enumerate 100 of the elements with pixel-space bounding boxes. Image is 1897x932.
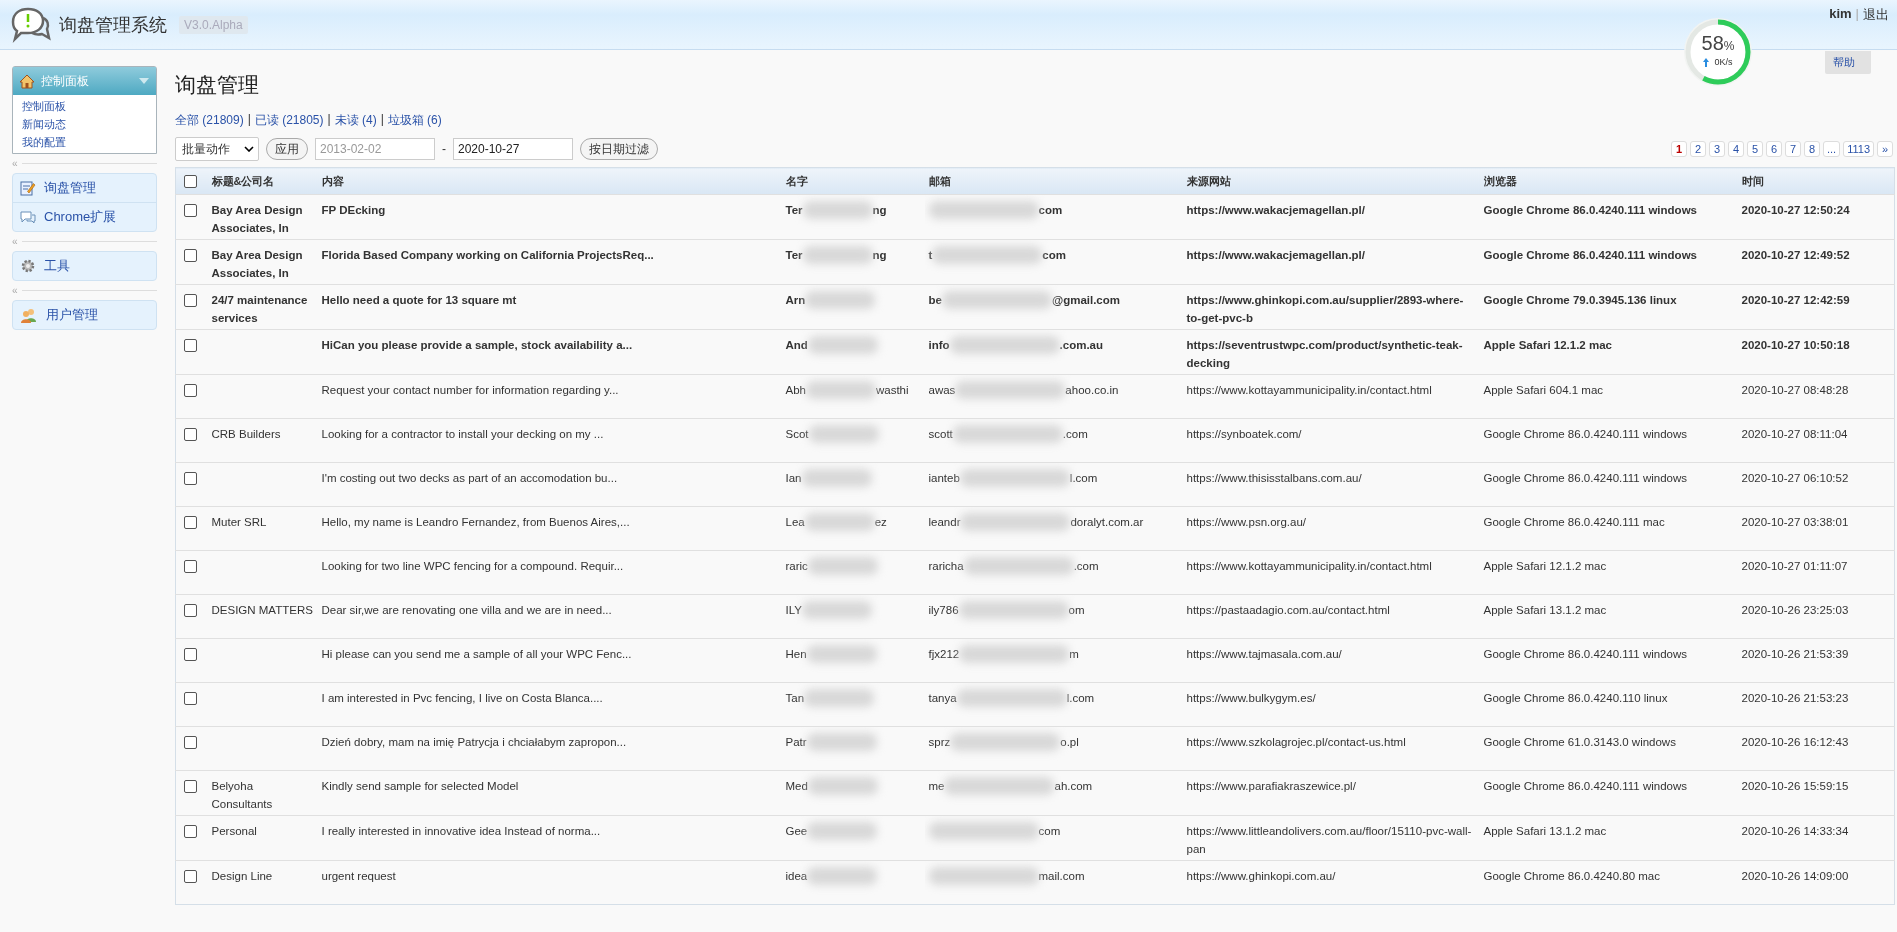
name-text: ng xyxy=(872,204,887,216)
redaction-blur xyxy=(805,381,876,399)
name-text: Arn xyxy=(785,294,806,306)
redaction-blur xyxy=(804,513,875,531)
company-text: Muter SRL xyxy=(211,516,267,528)
time-text: 2020-10-26 15:59:15 xyxy=(1741,780,1849,792)
message-preview[interactable]: Request your contact number for information regarding y... xyxy=(321,384,619,396)
message-preview[interactable]: Kindly send sample for selected Model xyxy=(321,780,519,792)
message-preview[interactable]: urgent request xyxy=(321,870,396,882)
name-text: Ter xyxy=(785,204,803,216)
nav-item[interactable]: 询盘管理 xyxy=(13,174,156,202)
chevron-down-icon xyxy=(244,146,254,152)
message-preview[interactable]: I am interested in Pvc fencing, I live on Costa Blanca.... xyxy=(321,692,603,704)
page-link[interactable]: 5 xyxy=(1747,141,1763,157)
message-preview[interactable]: Florida Based Company working on California ProjectsReq... xyxy=(321,249,654,261)
page-link[interactable]: 7 xyxy=(1785,141,1801,157)
row-checkbox[interactable] xyxy=(184,648,197,662)
row-checkbox[interactable] xyxy=(184,204,197,218)
panel-link[interactable]: 我的配置 xyxy=(22,133,156,151)
nav-item[interactable]: 用户管理 xyxy=(13,301,156,329)
select-all-checkbox[interactable] xyxy=(184,174,197,188)
row-checkbox[interactable] xyxy=(184,604,197,618)
row-checkbox[interactable] xyxy=(184,692,197,706)
message-preview[interactable]: FP DEcking xyxy=(321,204,386,216)
redaction-blur xyxy=(807,822,878,840)
time-text: 2020-10-26 14:09:00 xyxy=(1741,870,1849,882)
bulk-action-select[interactable]: 批量动作 xyxy=(175,137,259,161)
date-filter-button[interactable]: 按日期过滤 xyxy=(580,138,658,160)
email-text: .com xyxy=(1062,428,1088,440)
message-preview[interactable]: Looking for a contractor to install your decking on my ... xyxy=(321,428,604,440)
column-header[interactable]: 来源网站 xyxy=(1186,174,1231,187)
up-arrow-icon xyxy=(1703,57,1710,67)
name-text: Tan xyxy=(785,692,805,704)
source-url: https://www.thisisstalbans.com.au/ xyxy=(1186,472,1362,484)
panel-link[interactable]: 控制面板 xyxy=(22,97,156,115)
message-preview[interactable]: Hello, my name is Leandro Fernandez, from Buenos Aires,... xyxy=(321,516,630,528)
page-link[interactable]: 3 xyxy=(1709,141,1725,157)
column-header[interactable]: 名字 xyxy=(785,174,808,187)
page-title: 询盘管理 xyxy=(175,72,260,99)
email-text: doralyt.com.ar xyxy=(1070,516,1144,528)
message-preview[interactable]: Hello need a quote for 13 square mt xyxy=(321,294,517,306)
column-header[interactable]: 内容 xyxy=(321,174,344,187)
page-link[interactable]: 1113 xyxy=(1843,141,1874,157)
message-preview[interactable]: Dear sir,we are renovating one villa and we are in need... xyxy=(321,604,612,616)
email-text: ily786 xyxy=(928,604,959,616)
email-text: com xyxy=(1038,204,1063,216)
apply-button[interactable]: 应用 xyxy=(266,138,308,160)
row-checkbox[interactable] xyxy=(184,249,197,263)
page-link[interactable]: ... xyxy=(1823,141,1841,157)
version-badge: V3.0.Alpha xyxy=(179,15,248,34)
message-preview[interactable]: Looking for two line WPC fencing for a compound. Requir... xyxy=(321,560,624,572)
row-checkbox[interactable] xyxy=(184,780,197,794)
filter-link[interactable]: 未读 (4) xyxy=(334,112,377,129)
column-header[interactable]: 时间 xyxy=(1741,174,1764,187)
source-url: https://www.ghinkopi.com.au/supplier/2893-where-to-get-pvc-b xyxy=(1186,294,1464,324)
end-date-field[interactable]: 2020-10-27 xyxy=(453,138,573,160)
start-date-field[interactable]: 2013-02-02 xyxy=(315,138,435,160)
gear-icon xyxy=(20,258,36,274)
row-checkbox[interactable] xyxy=(184,560,197,574)
logout-link[interactable]: 退出 xyxy=(1863,6,1889,24)
row-checkbox[interactable] xyxy=(184,428,197,442)
page-link[interactable]: 2 xyxy=(1690,141,1706,157)
help-button[interactable]: 帮助 xyxy=(1825,51,1871,74)
filter-link[interactable]: 已读 (21805) xyxy=(254,112,324,129)
next-page-link[interactable]: » xyxy=(1877,141,1893,157)
separator: | xyxy=(327,112,331,128)
row-checkbox[interactable] xyxy=(184,516,197,530)
speed-value: 0K/s xyxy=(1714,57,1733,67)
name-text: ng xyxy=(872,249,887,261)
source-url: https://www.wakacjemagellan.pl/ xyxy=(1186,249,1365,261)
time-text: 2020-10-27 03:38:01 xyxy=(1741,516,1849,528)
message-preview[interactable]: Dzień dobry, mam na imię Patrycja i chciałabym zapropon... xyxy=(321,736,627,748)
filter-link[interactable]: 全部 (21809) xyxy=(175,112,244,129)
row-checkbox[interactable] xyxy=(184,736,197,750)
row-checkbox[interactable] xyxy=(184,825,197,839)
page-link[interactable]: 8 xyxy=(1804,141,1820,157)
row-checkbox[interactable] xyxy=(184,472,197,486)
column-header[interactable]: 浏览器 xyxy=(1483,174,1517,187)
page-link[interactable]: 4 xyxy=(1728,141,1744,157)
page-link[interactable]: 6 xyxy=(1766,141,1782,157)
message-preview[interactable]: HiCan you please provide a sample, stock availability a... xyxy=(321,339,633,351)
page-link[interactable]: 1 xyxy=(1671,141,1687,157)
browser-text: Apple Safari 13.1.2 mac xyxy=(1483,604,1607,616)
email-text: com xyxy=(1042,249,1066,261)
row-checkbox[interactable] xyxy=(184,870,197,884)
source-url: https://www.psn.org.au/ xyxy=(1186,516,1307,528)
row-checkbox[interactable] xyxy=(184,339,197,353)
row-checkbox[interactable] xyxy=(184,294,197,308)
row-checkbox[interactable] xyxy=(184,384,197,398)
users-icon xyxy=(20,307,38,323)
message-preview[interactable]: I really interested in innovative idea Instead of norma... xyxy=(321,825,601,837)
nav-item[interactable]: Chrome扩展 xyxy=(13,202,156,231)
source-url: https://www.szkolagrojec.pl/contact-us.html xyxy=(1186,736,1406,748)
nav-item[interactable]: 工具 xyxy=(13,252,156,280)
message-preview[interactable]: I'm costing out two decks as part of an accomodation bu... xyxy=(321,472,618,484)
source-url: https://seventrustwpc.com/product/synthetic-teak-decking xyxy=(1186,339,1463,369)
panel-link[interactable]: 新闻动态 xyxy=(22,115,156,133)
column-header[interactable]: 邮箱 xyxy=(928,174,951,187)
message-preview[interactable]: Hi please can you send me a sample of all your WPC Fenc... xyxy=(321,648,632,660)
filter-link[interactable]: 垃圾箱 (6) xyxy=(387,112,442,129)
